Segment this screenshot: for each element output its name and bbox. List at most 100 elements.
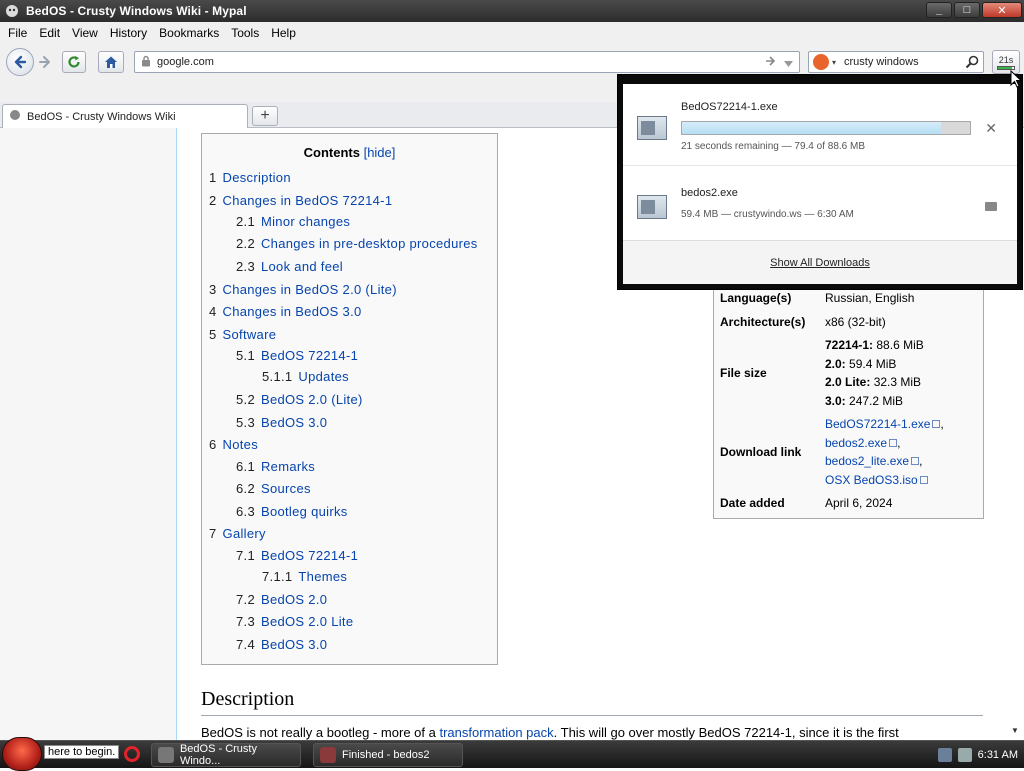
- infobox-row-architecture: Architecture(s) x86 (32-bit): [720, 315, 886, 329]
- filesize-line: 72214-1: 88.6 MiB: [825, 338, 924, 352]
- minimize-button[interactable]: _: [926, 2, 952, 18]
- download-link[interactable]: OSX BedOS3.iso: [825, 473, 918, 487]
- clock[interactable]: 6:31 AM: [978, 749, 1018, 761]
- start-button[interactable]: [2, 737, 42, 771]
- filesize-line: 2.0: 59.4 MiB: [825, 357, 897, 371]
- maximize-button[interactable]: □: [954, 2, 980, 18]
- search-engine-icon[interactable]: [813, 54, 829, 70]
- toc-item[interactable]: 5.1.1 Updates: [262, 369, 349, 384]
- reload-button[interactable]: [62, 51, 86, 73]
- transformation-pack-link[interactable]: transformation pack: [439, 725, 553, 740]
- toc-item[interactable]: 2.2 Changes in pre-desktop procedures: [236, 236, 478, 251]
- toc-item[interactable]: 7.2 BedOS 2.0: [236, 592, 327, 607]
- infobox-row-language: Language(s) Russian, English: [720, 291, 915, 305]
- infobox-row-filesize: File size: [720, 366, 767, 380]
- menu-bar: File Edit View History Bookmarks Tools H…: [0, 22, 1024, 44]
- show-all-downloads-button[interactable]: Show All Downloads: [623, 240, 1017, 284]
- toc-item[interactable]: 2.1 Minor changes: [236, 214, 350, 229]
- menu-file[interactable]: File: [2, 26, 33, 40]
- toc-item[interactable]: 3 Changes in BedOS 2.0 (Lite): [209, 282, 397, 297]
- search-icon[interactable]: [965, 55, 979, 72]
- scroll-down-arrow[interactable]: ▼: [1008, 726, 1022, 738]
- address-bar[interactable]: google.com: [134, 51, 800, 73]
- left-sidebar: [0, 128, 177, 740]
- toc-item[interactable]: 6.1 Remarks: [236, 459, 315, 474]
- downloads-panel: BedOS72214-1.exe 21 seconds remaining — …: [617, 74, 1023, 290]
- menu-help[interactable]: Help: [265, 26, 302, 40]
- toc-item[interactable]: 6 Notes: [209, 437, 258, 452]
- back-button[interactable]: [6, 48, 34, 76]
- system-tray: 6:31 AM: [924, 741, 1024, 769]
- opera-icon[interactable]: [124, 746, 140, 762]
- forward-arrow-icon: [39, 56, 50, 68]
- search-bar[interactable]: ▾ crusty windows: [808, 51, 984, 73]
- external-link-icon: [889, 439, 898, 447]
- home-button[interactable]: [98, 51, 124, 73]
- tab-bedos-wiki[interactable]: BedOS - Crusty Windows Wiki: [2, 104, 248, 128]
- volume-icon[interactable]: [957, 748, 972, 762]
- menu-edit[interactable]: Edit: [33, 26, 66, 40]
- toc-item[interactable]: 5.2 BedOS 2.0 (Lite): [236, 392, 363, 407]
- toc-item[interactable]: 7.1.1 Themes: [262, 569, 347, 584]
- taskbar-item-downloads[interactable]: Finished - bedos2: [313, 743, 463, 767]
- network-icon[interactable]: [937, 748, 952, 762]
- external-link-icon: [911, 457, 920, 465]
- title-bar: BedOS - Crusty Windows Wiki - Mypal _ □ …: [0, 0, 1024, 22]
- toc-item[interactable]: 5.3 BedOS 3.0: [236, 415, 327, 430]
- mypal-app-icon: [158, 747, 174, 763]
- close-window-button[interactable]: ✕: [982, 2, 1022, 18]
- download-time-remaining: 21s: [998, 54, 1014, 65]
- external-link-icon: [932, 420, 941, 428]
- exe-file-icon: [637, 195, 667, 219]
- back-arrow-icon: [14, 55, 27, 69]
- toc-item[interactable]: 5 Software: [209, 327, 276, 342]
- reload-icon: [68, 56, 80, 68]
- toc-item[interactable]: 1 Description: [209, 170, 291, 185]
- menu-bookmarks[interactable]: Bookmarks: [153, 26, 225, 40]
- favicon-icon: [9, 109, 21, 124]
- chevron-down-icon[interactable]: ▾: [832, 58, 836, 67]
- search-input[interactable]: crusty windows: [844, 56, 919, 68]
- download-link[interactable]: bedos2_lite.exe: [825, 454, 909, 468]
- downloads-window-icon: [320, 747, 336, 763]
- external-link-icon: [919, 476, 928, 484]
- taskbar: here to begin. BedOS - Crusty Windo... F…: [0, 737, 1024, 771]
- toc-item[interactable]: 6.3 Bootleg quirks: [236, 504, 348, 519]
- exe-file-icon: [637, 116, 667, 140]
- site-identity-icon[interactable]: [141, 55, 151, 70]
- download-indicator-progress: [997, 65, 1015, 70]
- toc-title: Contents: [303, 145, 360, 160]
- taskbar-item-browser[interactable]: BedOS - Crusty Windo...: [151, 743, 301, 767]
- open-folder-icon[interactable]: [985, 202, 997, 211]
- forward-button[interactable]: [36, 53, 54, 71]
- url-dropdown-icon[interactable]: [784, 57, 793, 71]
- description-paragraph: BedOS is not really a bootleg - more of …: [201, 725, 899, 740]
- cancel-download-button[interactable]: ✕: [985, 120, 997, 137]
- download-progress-bar: [681, 121, 971, 135]
- toc-item[interactable]: 2 Changes in BedOS 72214-1: [209, 193, 392, 208]
- table-of-contents: Contents [hide] 1 Description 2 Changes in…: [201, 133, 498, 665]
- toc-hide-link[interactable]: [hide]: [364, 145, 396, 160]
- toc-item[interactable]: 7.4 BedOS 3.0: [236, 637, 327, 652]
- menu-tools[interactable]: Tools: [225, 26, 265, 40]
- toc-item[interactable]: 7.1 BedOS 72214-1: [236, 548, 358, 563]
- download-item[interactable]: BedOS72214-1.exe 21 seconds remaining — …: [623, 84, 1017, 170]
- url-text: google.com: [157, 56, 214, 68]
- toc-item[interactable]: 4 Changes in BedOS 3.0: [209, 304, 362, 319]
- mouse-cursor-icon: [1010, 70, 1022, 88]
- go-arrow-icon[interactable]: [765, 55, 777, 70]
- toc-item[interactable]: 7 Gallery: [209, 526, 266, 541]
- toc-item[interactable]: 7.3 BedOS 2.0 Lite: [236, 614, 353, 629]
- mypal-app-icon: [4, 3, 20, 19]
- menu-history[interactable]: History: [104, 26, 153, 40]
- window-title: BedOS - Crusty Windows Wiki - Mypal: [26, 4, 247, 18]
- heading-rule: [201, 715, 983, 716]
- download-link[interactable]: bedos2.exe: [825, 436, 887, 450]
- toc-item[interactable]: 6.2 Sources: [236, 481, 311, 496]
- download-link[interactable]: BedOS72214-1.exe: [825, 417, 930, 431]
- start-tooltip: here to begin.: [44, 745, 120, 759]
- toc-item[interactable]: 5.1 BedOS 72214-1: [236, 348, 358, 363]
- new-tab-button[interactable]: +: [252, 106, 278, 126]
- menu-view[interactable]: View: [66, 26, 104, 40]
- toc-item[interactable]: 2.3 Look and feel: [236, 259, 343, 274]
